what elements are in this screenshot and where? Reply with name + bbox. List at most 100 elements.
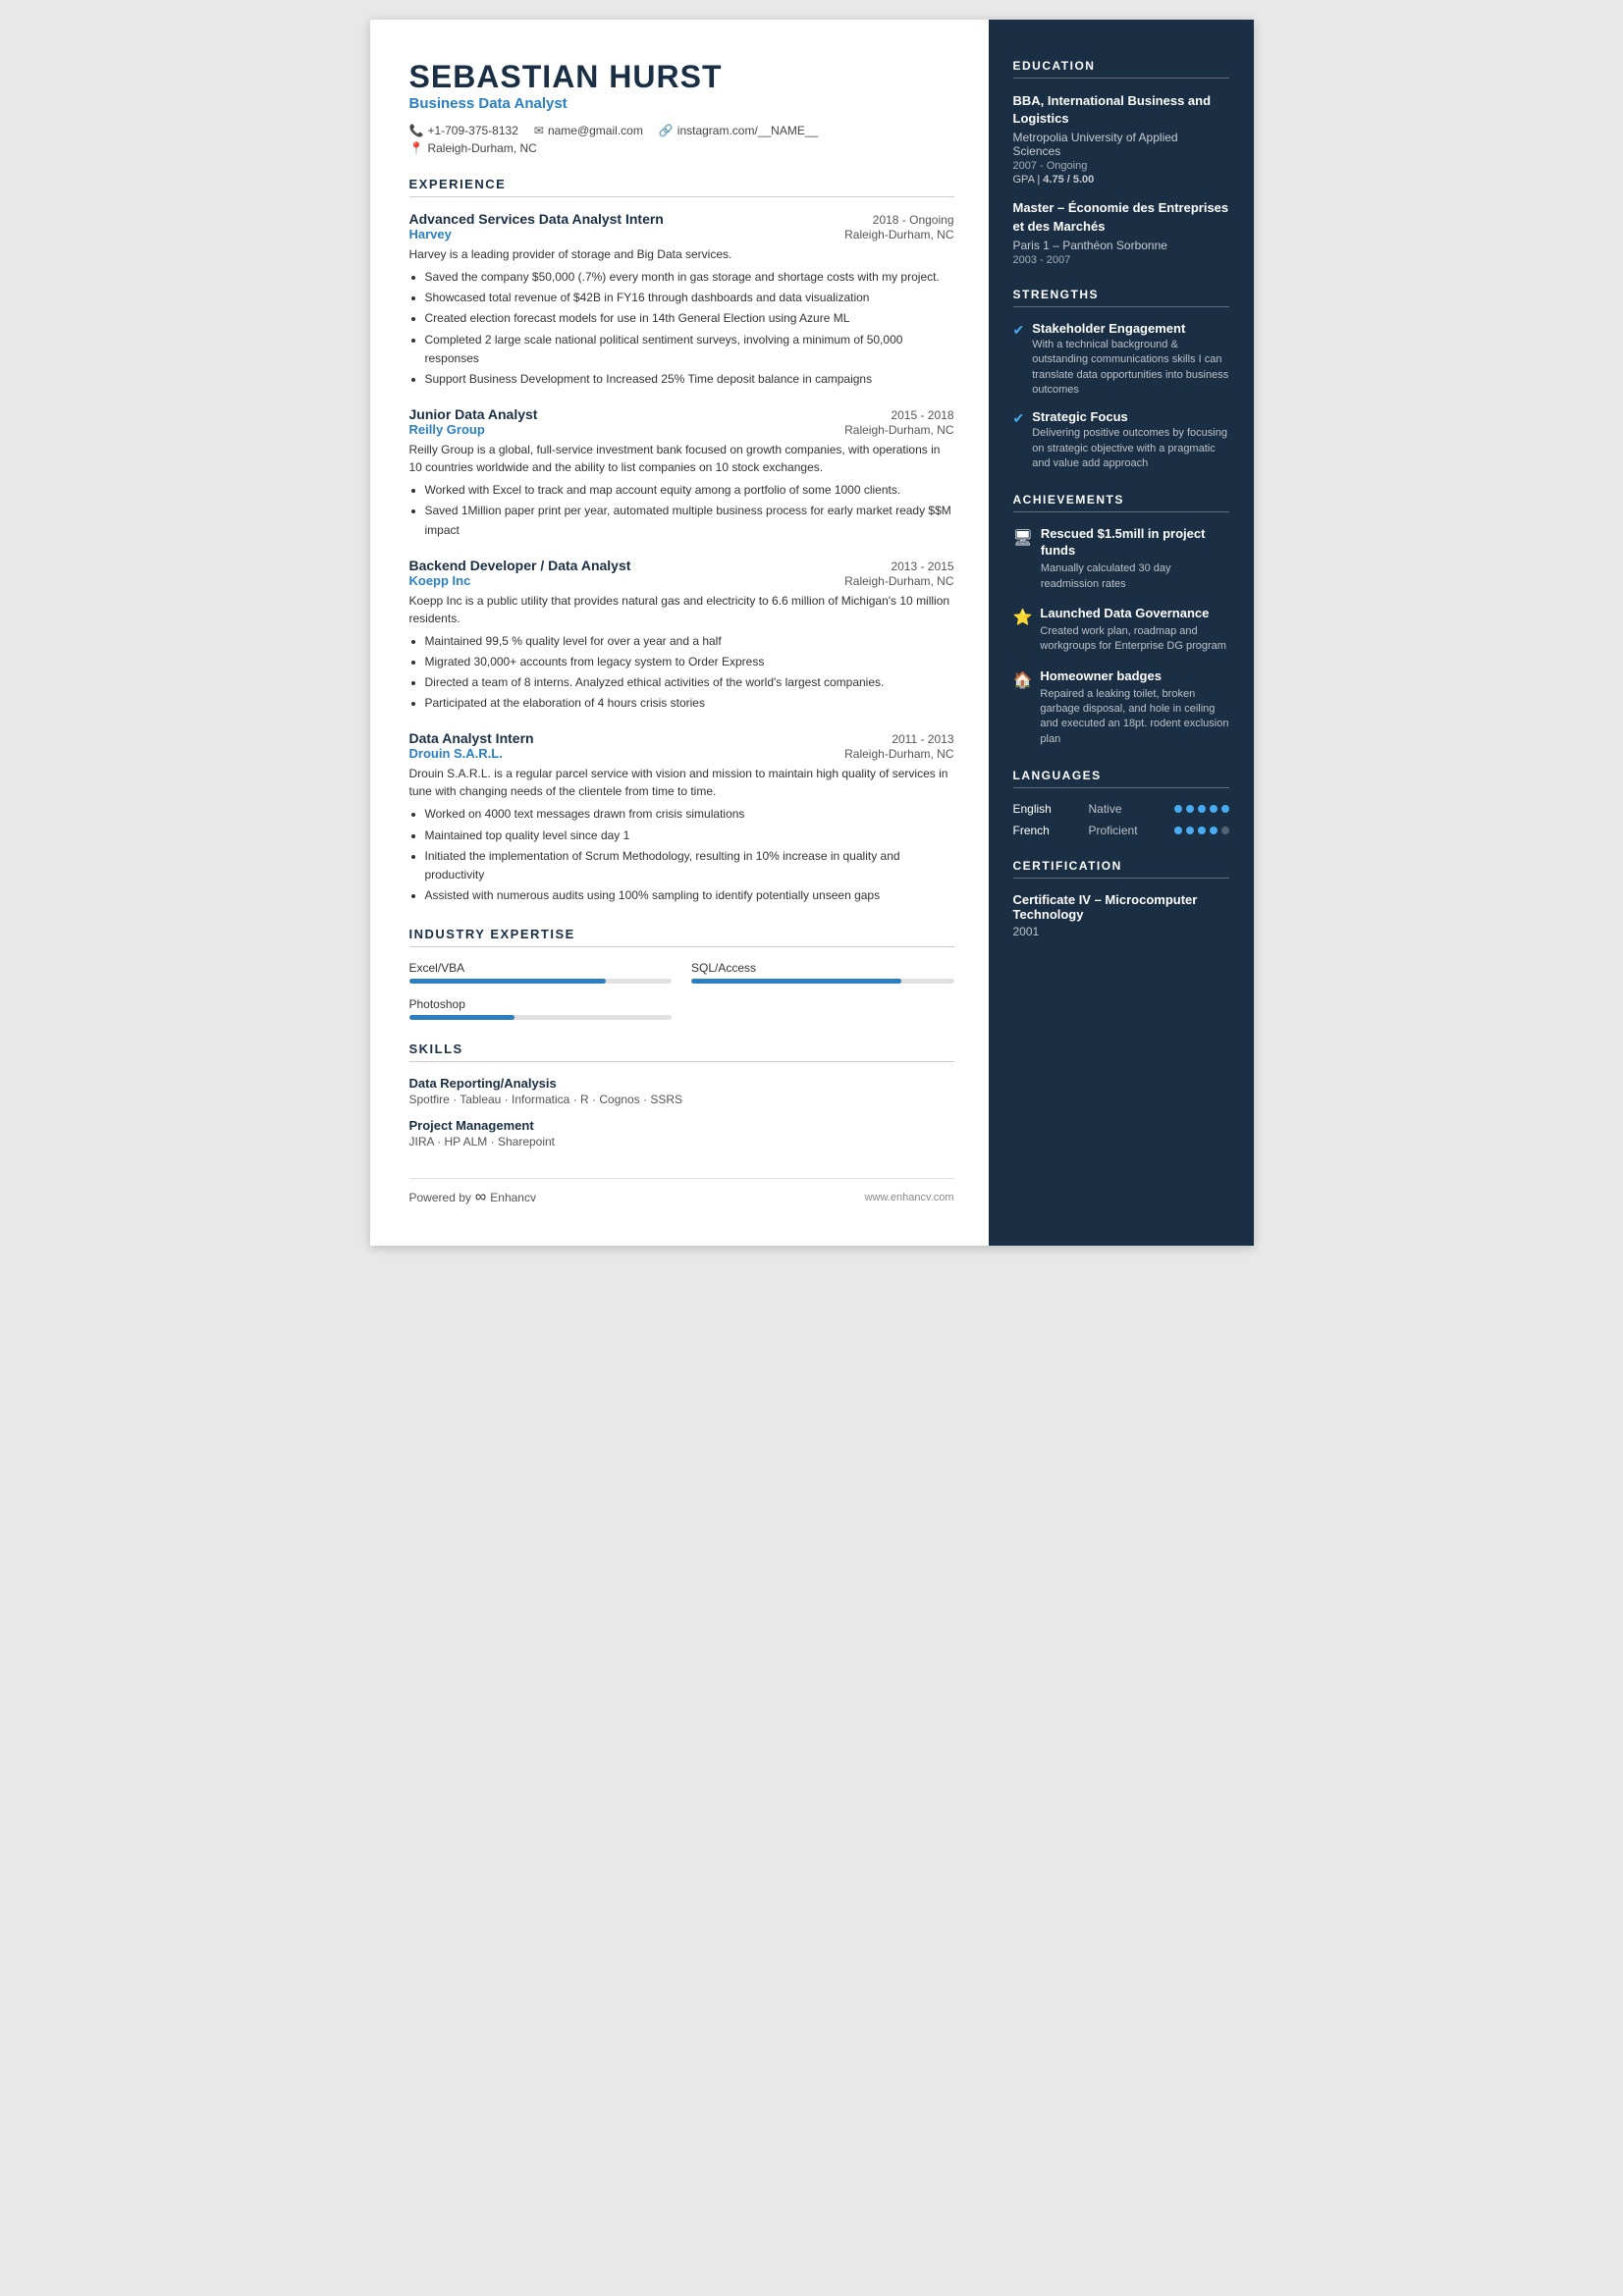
lang-dot — [1174, 827, 1182, 834]
certification-section-title: CERTIFICATION — [1013, 859, 1229, 879]
exp-company: Drouin S.A.R.L. — [409, 746, 503, 761]
exp-location: Raleigh-Durham, NC — [844, 747, 953, 761]
languages-section-title: LANGUAGES — [1013, 769, 1229, 788]
lang-dots — [1174, 805, 1229, 813]
exp-dates: 2015 - 2018 — [891, 408, 953, 422]
strength-desc: With a technical background & outstandin… — [1032, 338, 1228, 399]
exp-desc: Harvey is a leading provider of storage … — [409, 245, 954, 263]
exp-header: Data Analyst Intern 2011 - 2013 — [409, 730, 954, 746]
candidate-title: Business Data Analyst — [409, 95, 954, 112]
exp-desc: Reilly Group is a global, full-service i… — [409, 441, 954, 476]
expertise-label: SQL/Access — [691, 961, 954, 975]
bullet-item: Migrated 30,000+ accounts from legacy sy… — [425, 653, 954, 671]
lang-dot — [1210, 827, 1217, 834]
expertise-label: Photoshop — [409, 997, 673, 1011]
left-column: SEBASTIAN HURST Business Data Analyst 📞 … — [370, 20, 989, 1246]
exp-location: Raleigh-Durham, NC — [844, 228, 953, 241]
expertise-item: SQL/Access — [691, 961, 954, 984]
lang-dot — [1174, 805, 1182, 813]
bullet-item: Assisted with numerous audits using 100%… — [425, 886, 954, 905]
skill-items: Spotfire · Tableau · Informatica · R · C… — [409, 1093, 954, 1106]
exp-company: Reilly Group — [409, 422, 485, 437]
achievement-desc: Repaired a leaking toilet, broken garbag… — [1040, 687, 1228, 748]
exp-sub: Reilly Group Raleigh-Durham, NC — [409, 422, 954, 437]
education-section-title: EDUCATION — [1013, 59, 1229, 79]
achievement-content: Homeowner badges Repaired a leaking toil… — [1040, 668, 1228, 747]
exp-dates: 2013 - 2015 — [891, 560, 953, 573]
experience-list: Advanced Services Data Analyst Intern 20… — [409, 211, 954, 905]
certification-block: Certificate IV – Microcomputer Technolog… — [1013, 892, 1229, 938]
bullet-item: Maintained 99,5 % quality level for over… — [425, 632, 954, 651]
email-address: name@gmail.com — [548, 124, 643, 137]
exp-dates: 2011 - 2013 — [892, 732, 953, 746]
skill-name: Project Management — [409, 1118, 954, 1133]
email-icon: ✉ — [534, 124, 544, 137]
achievement-title: Launched Data Governance — [1040, 606, 1228, 622]
achievement-title: Rescued $1.5mill in project funds — [1041, 526, 1229, 560]
exp-bullets: Maintained 99,5 % quality level for over… — [409, 632, 954, 714]
strength-content: Strategic Focus Delivering positive outc… — [1032, 409, 1228, 471]
skills-list: Data Reporting/Analysis Spotfire · Table… — [409, 1076, 954, 1148]
bullet-item: Showcased total revenue of $42B in FY16 … — [425, 289, 954, 307]
lang-dots — [1174, 827, 1229, 834]
strength-desc: Delivering positive outcomes by focusing… — [1032, 426, 1228, 471]
expertise-section-title: INDUSTRY EXPERTISE — [409, 927, 954, 947]
strength-check-icon: ✔ — [1013, 410, 1025, 471]
resume-container: SEBASTIAN HURST Business Data Analyst 📞 … — [370, 20, 1254, 1246]
edu-school: Metropolia University of Applied Science… — [1013, 131, 1229, 158]
edu-dates: 2007 - Ongoing — [1013, 160, 1229, 172]
achievement-desc: Manually calculated 30 day readmission r… — [1041, 561, 1229, 592]
achievement-block: ⭐ Launched Data Governance Created work … — [1013, 606, 1229, 655]
bullet-item: Saved the company $50,000 (.7%) every mo… — [425, 268, 954, 287]
strength-block: ✔ Strategic Focus Delivering positive ou… — [1013, 409, 1229, 471]
language-row: English Native — [1013, 802, 1229, 816]
contact-info: 📞 +1-709-375-8132 ✉ name@gmail.com 🔗 ins… — [409, 124, 954, 137]
lang-dot — [1198, 827, 1206, 834]
exp-title: Junior Data Analyst — [409, 406, 538, 422]
lang-dot — [1221, 805, 1229, 813]
strengths-list: ✔ Stakeholder Engagement With a technica… — [1013, 321, 1229, 472]
lang-dot — [1210, 805, 1217, 813]
achievement-title: Homeowner badges — [1040, 668, 1228, 685]
strength-check-icon: ✔ — [1013, 322, 1025, 399]
exp-bullets: Saved the company $50,000 (.7%) every mo… — [409, 268, 954, 389]
achievement-block: 🖥 Rescued $1.5mill in project funds Manu… — [1013, 526, 1229, 592]
strength-name: Stakeholder Engagement — [1032, 321, 1228, 336]
edu-school: Paris 1 – Panthéon Sorbonne — [1013, 239, 1229, 252]
exp-desc: Drouin S.A.R.L. is a regular parcel serv… — [409, 765, 954, 800]
expertise-bar-bg — [409, 979, 673, 984]
exp-bullets: Worked on 4000 text messages drawn from … — [409, 805, 954, 905]
phone-number: +1-709-375-8132 — [427, 124, 517, 137]
experience-block: Backend Developer / Data Analyst 2013 - … — [409, 558, 954, 714]
edu-degree: BBA, International Business and Logistic… — [1013, 92, 1229, 128]
exp-title: Data Analyst Intern — [409, 730, 534, 746]
footer: Powered by ∞ Enhancv www.enhancv.com — [409, 1178, 954, 1206]
cert-year: 2001 — [1013, 925, 1229, 938]
achievement-content: Rescued $1.5mill in project funds Manual… — [1041, 526, 1229, 592]
expertise-label: Excel/VBA — [409, 961, 673, 975]
exp-title: Backend Developer / Data Analyst — [409, 558, 631, 573]
bullet-item: Participated at the elaboration of 4 hou… — [425, 694, 954, 713]
achievement-content: Launched Data Governance Created work pl… — [1040, 606, 1228, 655]
experience-block: Advanced Services Data Analyst Intern 20… — [409, 211, 954, 389]
expertise-item: Photoshop — [409, 997, 673, 1020]
edu-gpa: GPA | 4.75 / 5.00 — [1013, 174, 1229, 186]
bullet-item: Directed a team of 8 interns. Analyzed e… — [425, 673, 954, 692]
edu-dates: 2003 - 2007 — [1013, 254, 1229, 266]
bullet-item: Worked with Excel to track and map accou… — [425, 481, 954, 500]
powered-by-text: Powered by — [409, 1191, 471, 1204]
strength-name: Strategic Focus — [1032, 409, 1228, 424]
expertise-list: Excel/VBA SQL/Access Photoshop — [409, 961, 954, 1020]
expertise-bar-fill — [409, 979, 607, 984]
footer-url: www.enhancv.com — [865, 1192, 954, 1203]
achievement-block: 🏠 Homeowner badges Repaired a leaking to… — [1013, 668, 1229, 747]
exp-location: Raleigh-Durham, NC — [844, 574, 953, 588]
phone-item: 📞 +1-709-375-8132 — [409, 124, 518, 137]
bullet-item: Maintained top quality level since day 1 — [425, 827, 954, 845]
candidate-name: SEBASTIAN HURST — [409, 59, 954, 95]
exp-title: Advanced Services Data Analyst Intern — [409, 211, 664, 227]
phone-icon: 📞 — [409, 124, 424, 137]
location-row: 📍 Raleigh-Durham, NC — [409, 141, 954, 155]
instagram-item: 🔗 instagram.com/__NAME__ — [659, 124, 818, 137]
exp-bullets: Worked with Excel to track and map accou… — [409, 481, 954, 540]
